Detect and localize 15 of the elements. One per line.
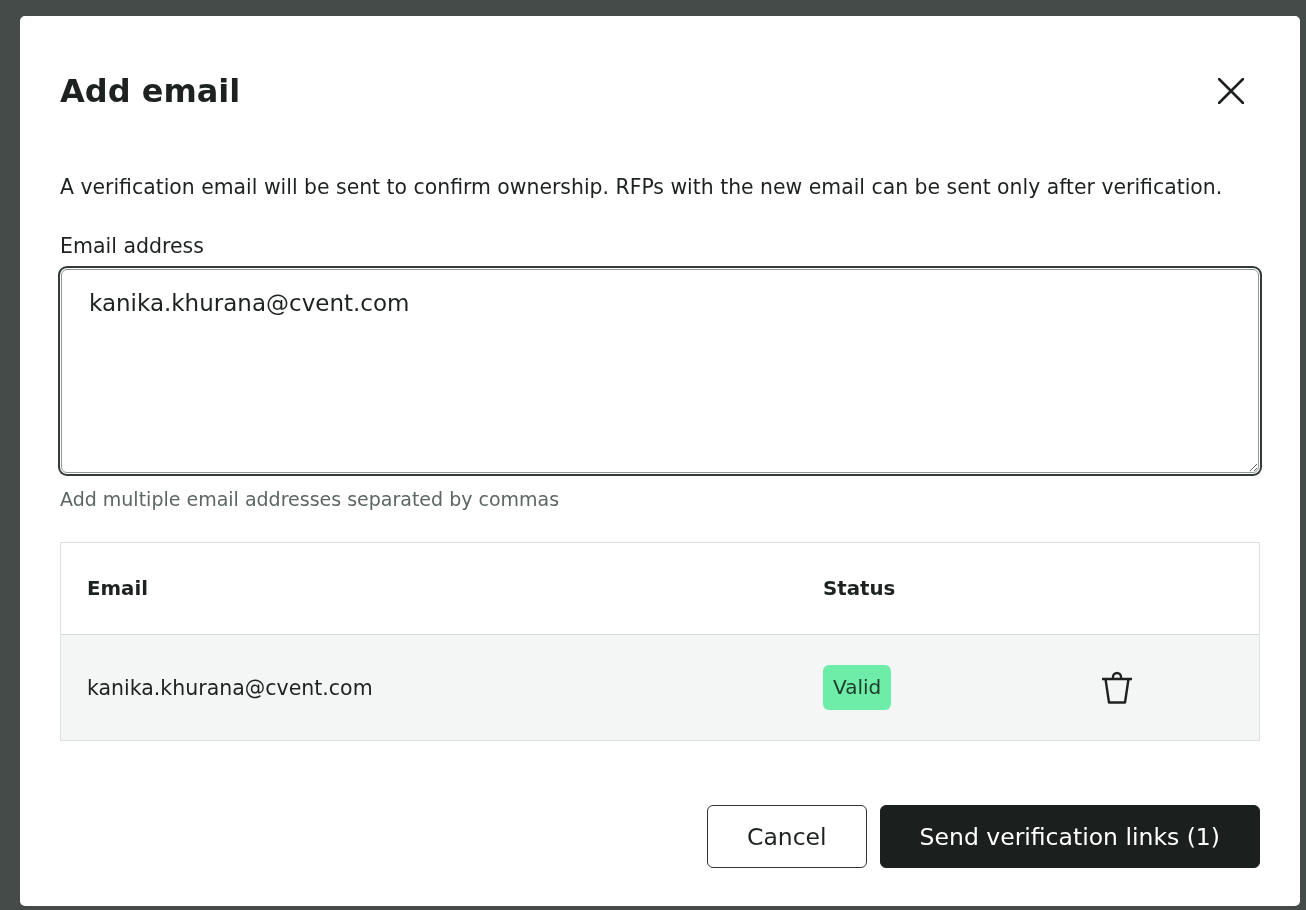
field-label: Email address bbox=[60, 233, 205, 259]
field-hint: Add multiple email addresses separated by commas bbox=[60, 487, 561, 511]
status-tag: Valid bbox=[823, 665, 892, 710]
dialog-title: Add email bbox=[60, 71, 241, 112]
close-icon bbox=[1218, 78, 1244, 104]
delete-button[interactable] bbox=[1101, 671, 1133, 704]
email-cell-text: kanika.khurana@cvent.com bbox=[86, 675, 374, 700]
trash-icon bbox=[1101, 671, 1133, 704]
column-header: Status bbox=[822, 577, 897, 600]
send-button[interactable]: Send verification links (1) bbox=[879, 805, 1260, 868]
close-button[interactable] bbox=[1218, 78, 1244, 104]
column-header: Email bbox=[86, 577, 150, 600]
email-input-field[interactable]: kanika.khurana@cvent.com bbox=[61, 269, 1259, 473]
dialog-description: A verification email will be sent to confirm ownership. RFPs with the new email can be sent only after verification. bbox=[60, 174, 1224, 200]
cancel-button[interactable]: Cancel bbox=[707, 805, 867, 868]
